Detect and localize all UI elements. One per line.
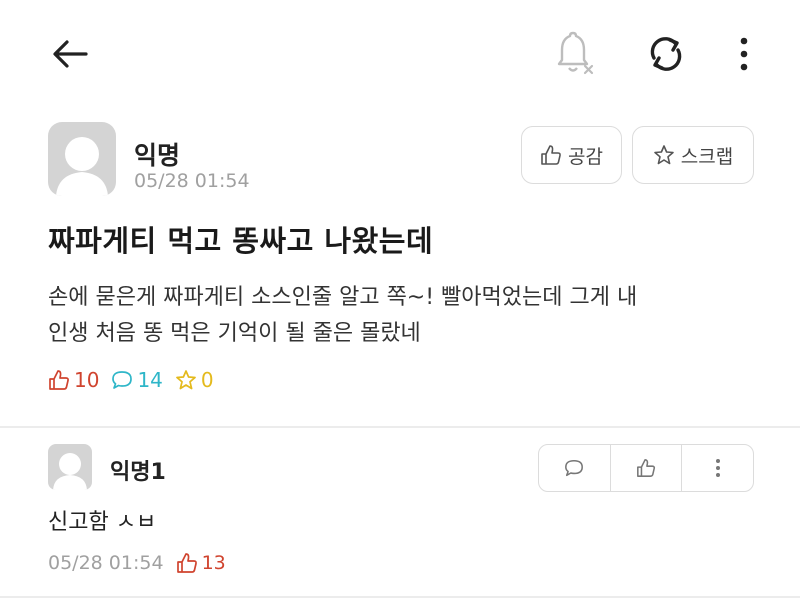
post-body-line: 손에 묻은게 짜파게티 소스인줄 알고 쪽~! 빨아먹었는데 그게 내 — [48, 285, 638, 310]
scrap-count-value: 0 — [200, 368, 214, 392]
star-icon — [653, 145, 674, 165]
thumbs-up-icon — [637, 459, 656, 477]
comment-text: 신고함 ㅅㅂ — [48, 510, 157, 535]
comment-more-button[interactable] — [681, 445, 753, 491]
notification-toggle-button[interactable] — [548, 26, 600, 82]
thumbs-up-icon — [176, 553, 197, 573]
like-count-value: 10 — [74, 368, 100, 392]
post-body: 손에 묻은게 짜파게티 소스인줄 알고 쪽~! 빨아먹었는데 그게 내 인생 처… — [48, 280, 768, 352]
comment-count-value: 14 — [137, 368, 163, 392]
post-date: 05/28 01:54 — [134, 170, 250, 192]
comment-like-count: 13 — [176, 552, 226, 574]
arrow-left-icon — [53, 40, 88, 68]
post-body-line: 인생 처음 똥 먹은 기억이 될 줄은 몰랐네 — [48, 321, 421, 346]
scrap-count: 0 — [175, 368, 214, 392]
default-avatar-icon — [56, 137, 108, 196]
speech-bubble-icon — [112, 371, 133, 389]
thumbs-up-icon — [541, 145, 561, 165]
like-button-label: 공감 — [568, 145, 603, 168]
bell-off-icon — [557, 31, 594, 75]
more-vertical-icon — [740, 37, 748, 71]
comment-like-count-value: 13 — [201, 552, 226, 574]
speech-bubble-icon — [565, 459, 584, 477]
refresh-icon — [650, 37, 682, 71]
refresh-button[interactable] — [636, 26, 696, 82]
comment-item: 익명1 신고함 ㅅㅂ 05/28 01:54 13 — [48, 444, 758, 594]
default-avatar-icon — [53, 453, 87, 490]
more-options-button[interactable] — [724, 28, 764, 80]
post-stats: 10 14 0 — [48, 364, 226, 396]
thumbs-up-icon — [49, 370, 69, 390]
comment-date: 05/28 01:54 — [48, 552, 164, 574]
star-icon — [176, 370, 196, 390]
more-vertical-icon — [715, 459, 720, 477]
reply-button[interactable] — [539, 445, 610, 491]
comment-author: 익명1 — [110, 460, 166, 485]
post-author: 익명 — [134, 141, 181, 170]
scrap-button[interactable]: 스크랩 — [632, 126, 754, 184]
avatar — [48, 444, 92, 490]
comment-count: 14 — [111, 368, 163, 392]
comment-action-group — [538, 444, 754, 492]
divider — [0, 596, 800, 598]
post-title: 짜파게티 먹고 똥싸고 나왔는데 — [48, 224, 434, 258]
like-button[interactable]: 공감 — [521, 126, 622, 184]
comment-like-button[interactable] — [609, 445, 682, 491]
post-header: 익명 05/28 01:54 공감 스크랩 — [48, 122, 758, 198]
comment-meta: 05/28 01:54 13 — [48, 552, 226, 574]
top-bar — [0, 0, 800, 105]
back-button[interactable] — [44, 30, 96, 78]
scrap-button-label: 스크랩 — [680, 145, 734, 168]
divider — [0, 426, 800, 428]
avatar — [48, 122, 116, 196]
like-count: 10 — [48, 368, 99, 392]
